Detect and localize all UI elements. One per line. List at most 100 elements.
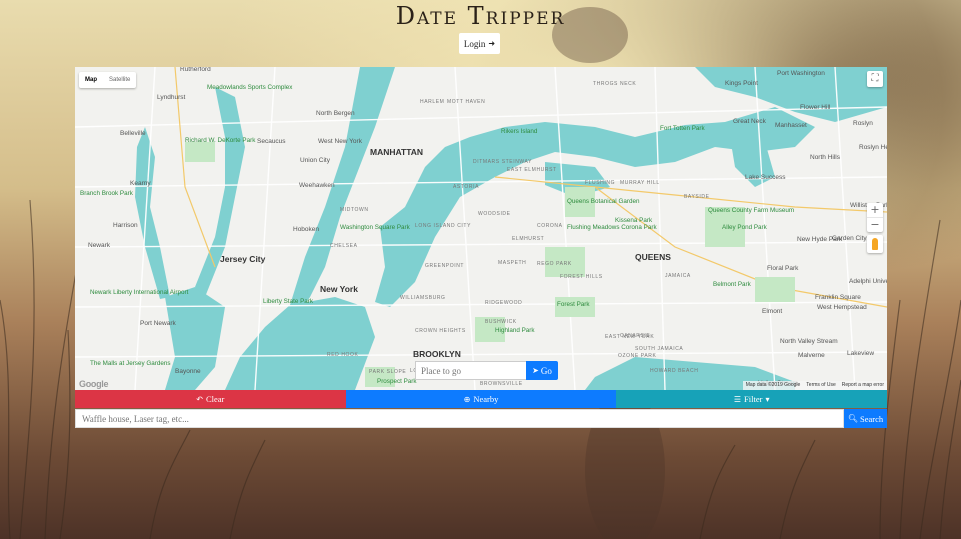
map-label: North Valley Stream — [780, 338, 838, 345]
action-bar: ↶ Clear ⊕ Nearby ☰ Filter ▾ — [75, 390, 888, 408]
zoom-out-button[interactable]: − — [867, 217, 883, 232]
map-label: DITMARS STEINWAY — [473, 159, 532, 165]
map-label: Great Neck — [733, 118, 767, 125]
map-label: CORONA — [537, 223, 563, 229]
map-label: QUEENS — [635, 252, 671, 262]
map-type-map[interactable]: Map — [79, 72, 103, 88]
go-button[interactable]: ➤ Go — [526, 361, 558, 380]
map-label: BAYSIDE — [684, 194, 710, 200]
zoom-control[interactable]: + − — [867, 203, 883, 232]
map-label: Kings Point — [725, 80, 758, 87]
map-label: MURRAY HILL — [620, 180, 660, 186]
google-logo: Google — [79, 379, 109, 389]
map-label: FLUSHING — [585, 180, 615, 186]
map-label: Port Washington — [777, 70, 825, 77]
map-label: Roslyn — [853, 120, 873, 127]
search-bar: 🔍︎ Search — [75, 409, 887, 428]
map-label: North Hills — [810, 154, 841, 161]
map-label: Liberty State Park — [263, 298, 314, 305]
map-label: CHELSEA — [330, 243, 358, 249]
map-label: Kearny — [130, 180, 151, 187]
search-label: Search — [860, 413, 884, 424]
street-view-pegman-icon[interactable] — [867, 235, 883, 253]
map-label: BROOKLYN — [413, 349, 461, 359]
map-label: EAST ELMHURST — [507, 167, 557, 173]
map-label: BUSHWICK — [485, 319, 517, 325]
map-view[interactable]: New York MANHATTAN Jersey City QUEENS BROOKL… — [75, 67, 887, 390]
map-label: ELMHURST — [512, 236, 544, 242]
sign-in-icon: ➜ — [488, 39, 496, 48]
login-label: Login — [463, 38, 486, 49]
map-label: Meadowlands Sports Complex — [207, 84, 293, 91]
map-label: REGO PARK — [537, 261, 572, 267]
map-label: Franklin Square — [815, 294, 861, 301]
map-label: HOWARD BEACH — [650, 368, 698, 374]
attribution-terms[interactable]: Terms of Use — [806, 381, 835, 390]
attribution-report[interactable]: Report a map error — [842, 381, 884, 390]
map-label: Elmont — [762, 308, 782, 315]
search-icon: 🔍︎ — [847, 414, 858, 423]
map-label: Belmont Park — [713, 281, 752, 288]
map-type-control[interactable]: Map Satellite — [79, 72, 137, 88]
map-label: Hoboken — [293, 226, 319, 233]
map-label: West New York — [318, 138, 363, 145]
map-label: Belleville — [120, 130, 146, 137]
map-label: Lakeview — [847, 350, 874, 357]
map-label: GREENPOINT — [425, 263, 464, 269]
map-label: Weehawken — [299, 182, 335, 189]
map-label: Bayonne — [175, 368, 201, 375]
paper-plane-icon: ➤ — [532, 366, 539, 375]
map-label: MASPETH — [498, 260, 526, 266]
map-label: MOTT HAVEN — [447, 99, 485, 105]
filter-button[interactable]: ☰ Filter ▾ — [616, 390, 888, 408]
map-label: Union City — [300, 157, 331, 164]
zoom-in-button[interactable]: + — [867, 203, 883, 217]
map-label: The Malls at Jersey Gardens — [90, 360, 171, 367]
crosshairs-icon: ⊕ — [463, 394, 471, 404]
map-label: WILLIAMSBURG — [400, 295, 446, 301]
map-label: Queens Botanical Garden — [567, 198, 640, 205]
map-label: West Hempstead — [817, 304, 867, 311]
map-label: WOODSIDE — [478, 211, 511, 217]
map-label: LONG ISLAND CITY — [415, 223, 471, 229]
app-title: Date Tripper — [395, 2, 566, 30]
map-label: FOREST HILLS — [560, 274, 603, 280]
map-label: Malverne — [798, 352, 825, 359]
map-label: PARK SLOPE — [369, 369, 406, 375]
map-label: Forest Park — [557, 301, 590, 308]
search-input[interactable] — [75, 409, 844, 428]
map-label: THROGS NECK — [593, 81, 636, 87]
search-button[interactable]: 🔍︎ Search — [844, 409, 887, 428]
caret-down-icon: ▾ — [765, 394, 770, 404]
map-label: Branch Brook Park — [80, 190, 134, 197]
fullscreen-icon[interactable]: ⛶ — [867, 71, 883, 87]
map-label: MIDTOWN — [340, 207, 369, 213]
map-label: MANHATTAN — [370, 147, 423, 157]
attribution-data: Map data ©2019 Google — [745, 382, 801, 388]
map-label: Newark — [88, 242, 111, 249]
map-canvas[interactable]: New York MANHATTAN Jersey City QUEENS BROOKL… — [75, 67, 887, 390]
login-button[interactable]: Login ➜ — [459, 33, 500, 54]
map-label: RIDGEWOOD — [485, 300, 522, 306]
map-type-satellite[interactable]: Satellite — [103, 72, 136, 88]
map-label: Newark Liberty International Airport — [90, 289, 189, 296]
go-label: Go — [540, 365, 552, 376]
list-icon: ☰ — [733, 394, 742, 404]
map-label: Queens County Farm Museum — [708, 207, 794, 214]
map-label: New Hyde Park — [797, 236, 843, 243]
map-label: Kissena Park — [615, 217, 653, 224]
place-input[interactable] — [415, 361, 526, 380]
nearby-button[interactable]: ⊕ Nearby — [345, 390, 617, 408]
map-label: Floral Park — [767, 265, 799, 272]
map-label: Highland Park — [495, 327, 535, 334]
map-label: JAMAICA — [665, 273, 691, 279]
map-label: Harrison — [113, 222, 138, 229]
map-label: Port Newark — [140, 320, 177, 327]
map-label: OZONE PARK — [618, 353, 656, 359]
clear-label: Clear — [205, 394, 225, 404]
filter-label: Filter — [744, 394, 763, 404]
clear-button[interactable]: ↶ Clear — [75, 390, 346, 408]
map-label: Rikers Island — [501, 128, 538, 135]
map-label: BROWNSVILLE — [480, 381, 523, 387]
map-label: CROWN HEIGHTS — [415, 328, 466, 334]
